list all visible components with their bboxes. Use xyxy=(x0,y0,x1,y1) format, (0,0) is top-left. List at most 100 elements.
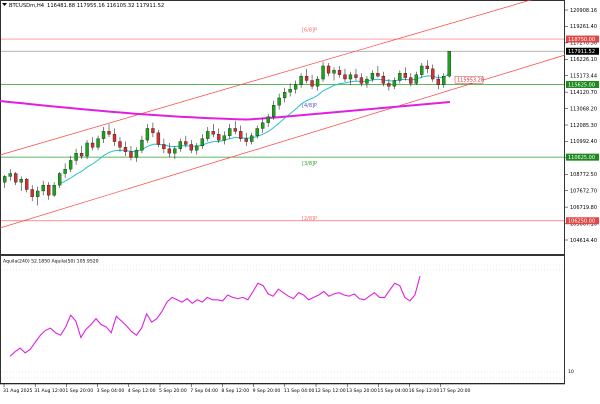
candle-body xyxy=(332,70,336,74)
candle-body xyxy=(68,160,73,170)
candle-body xyxy=(211,131,215,135)
price-tag-text: 117911.52 xyxy=(568,49,595,55)
candle-body xyxy=(365,78,369,84)
price-scale-label: 112085.30 xyxy=(570,123,597,129)
candle-body xyxy=(271,105,276,117)
price-scale-label: 113068.20 xyxy=(570,106,597,112)
price-tag-text: 118750.00 xyxy=(568,37,595,43)
price-scale-label: 120908.16 xyxy=(570,8,597,14)
price-scale-label: 116226.10 xyxy=(570,57,597,63)
candle-body xyxy=(41,184,45,192)
candle-body xyxy=(217,134,221,141)
candle-body xyxy=(74,153,78,161)
candle-body xyxy=(101,131,106,139)
time-axis-label: 15 Sep 04:00 xyxy=(377,388,408,394)
candle-body xyxy=(354,74,358,78)
candle-body xyxy=(392,80,397,87)
candle-body xyxy=(255,128,259,136)
candle-body xyxy=(79,153,84,157)
candle-body xyxy=(447,51,451,77)
murrey-level-label: [2/8]P xyxy=(302,216,317,222)
candle-body xyxy=(85,142,89,157)
candle-body xyxy=(123,147,128,152)
time-axis-label: 31 Aug 2025 xyxy=(3,388,33,394)
candle-body xyxy=(310,80,314,87)
candle-body xyxy=(425,65,429,70)
candle-body xyxy=(381,75,386,84)
time-axis-label: 12 Sep 12:00 xyxy=(315,388,346,394)
candle-body xyxy=(151,128,155,133)
candle-body xyxy=(145,128,150,141)
price-scale-label: 104614.40 xyxy=(570,238,597,244)
candle-body xyxy=(129,151,133,158)
murrey-level-label: [3/8]P xyxy=(302,161,317,167)
candle-body xyxy=(239,131,243,139)
time-axis-label: 31 Aug 12:00 xyxy=(34,388,65,394)
time-axis-label: 11 Sep 04:00 xyxy=(284,388,315,394)
price-scale-label: 107672.70 xyxy=(570,189,597,195)
candle-body xyxy=(173,148,177,154)
candle xyxy=(447,51,451,78)
candle-body xyxy=(222,135,226,141)
main-chart-frame xyxy=(0,0,565,255)
candle-body xyxy=(376,73,380,77)
candle-body xyxy=(293,84,298,90)
candle-body xyxy=(431,68,435,80)
candle-body xyxy=(288,89,292,93)
candle-body xyxy=(321,65,325,80)
candle-body xyxy=(140,139,144,151)
candle-body xyxy=(46,184,51,196)
candle-body xyxy=(414,74,418,84)
candle-body xyxy=(244,138,248,142)
time-axis-label: 3 Sep 04:00 xyxy=(97,388,125,394)
candle-body xyxy=(359,77,364,84)
candle-body xyxy=(167,148,172,154)
candle-body xyxy=(228,128,232,136)
candle-body xyxy=(107,131,111,135)
inline-price-text: 115953.28 xyxy=(457,78,484,84)
price-tag-text: 115625.00 xyxy=(568,82,595,88)
candle-body xyxy=(19,179,23,183)
candle-body xyxy=(206,131,210,139)
candle-body xyxy=(200,138,204,147)
candle-body xyxy=(184,141,188,145)
time-axis-label: 13 Sep 20:00 xyxy=(346,388,377,394)
candle-body xyxy=(266,116,270,123)
candle-body xyxy=(96,138,100,148)
time-axis-label: 8 Sep 12:00 xyxy=(221,388,249,394)
murrey-level-label: [6/8]P xyxy=(302,28,317,34)
price-tag-text: 110625.00 xyxy=(568,155,595,161)
candle-body xyxy=(36,190,40,197)
candle-body xyxy=(156,132,161,145)
time-axis-label: 1 Sep 20:00 xyxy=(65,388,93,394)
candle-body xyxy=(436,78,440,85)
murrey-level-label: [4/8]P xyxy=(302,103,317,109)
price-scale-label: 108772.50 xyxy=(570,172,597,178)
candle-body xyxy=(57,173,62,186)
candle-body xyxy=(282,91,287,99)
chart-window[interactable]: BTCUSDm,H4 116481.88 117955.16 116105.32 … xyxy=(0,0,600,400)
candle-body xyxy=(315,78,320,87)
candle-body xyxy=(233,128,237,132)
candle-body xyxy=(387,83,391,87)
price-scale-label: 114120.70 xyxy=(570,90,597,96)
candle-body xyxy=(261,122,265,129)
candle-body xyxy=(118,141,122,148)
candle-body xyxy=(3,176,7,183)
candle-body xyxy=(90,142,95,148)
time-axis-label: 4 Sep 12:00 xyxy=(128,388,156,394)
candle-body xyxy=(25,179,29,190)
price-scale-label: 115173.44 xyxy=(570,74,597,80)
indicator-scale-bottom: 10 xyxy=(568,369,574,375)
candle-body xyxy=(370,73,375,80)
candle-body xyxy=(162,144,166,149)
candle-body xyxy=(409,77,413,84)
candle-body xyxy=(403,73,408,78)
time-axis-label: 17 Sep 20:00 xyxy=(440,388,471,394)
indicator-label: Aquila(240) 52.1850 Aquila(50) 105.9520 xyxy=(3,259,99,265)
time-axis-label: 7 Sep 04:00 xyxy=(190,388,218,394)
candle-body xyxy=(134,150,139,158)
candle-body xyxy=(8,173,12,177)
time-axis-label: 9 Sep 20:00 xyxy=(253,388,281,394)
chart-canvas[interactable]: BTCUSDm,H4 116481.88 117955.16 116105.32 … xyxy=(0,0,600,400)
